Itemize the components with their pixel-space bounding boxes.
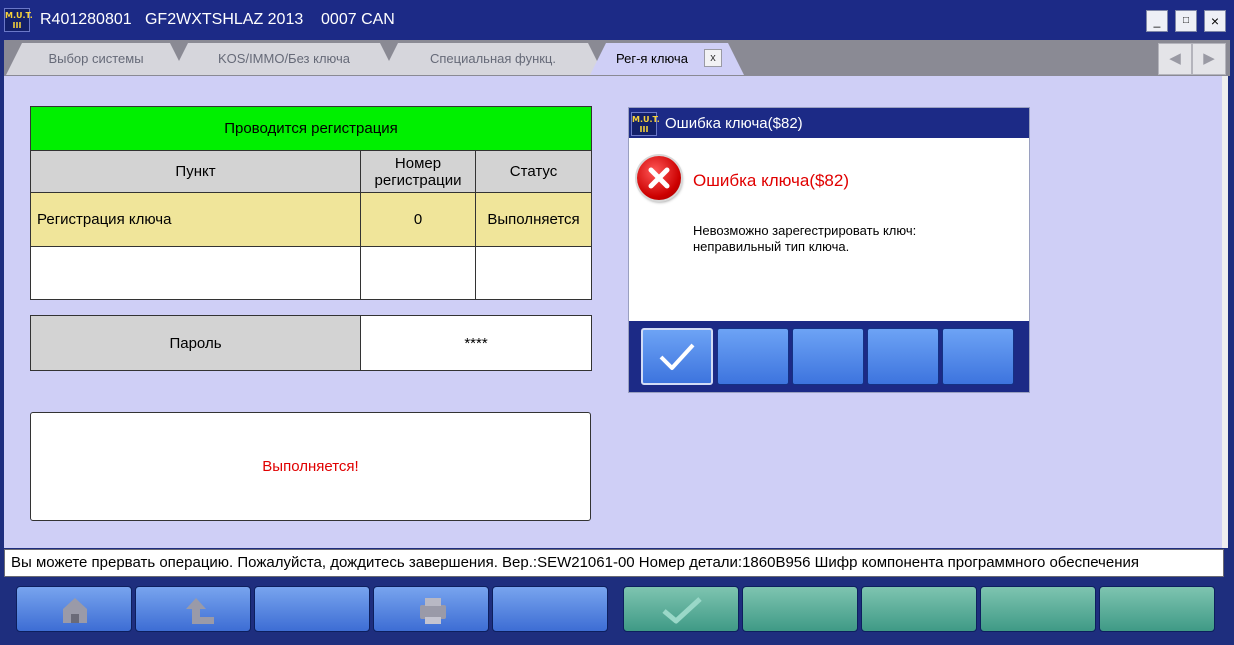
registration-table: Проводится регистрация Пункт Номер регис…	[29, 106, 593, 300]
tab-kos-immo[interactable]: KOS/IMMO/Без ключа	[172, 43, 396, 75]
empty-cell	[30, 246, 361, 300]
scrollbar[interactable]	[1222, 76, 1228, 548]
tab-close-button[interactable]: x	[704, 49, 722, 67]
row-item: Регистрация ключа	[30, 192, 361, 247]
print-button[interactable]	[373, 586, 489, 632]
confirm-button[interactable]	[623, 586, 739, 632]
home-button[interactable]	[16, 586, 132, 632]
tab-bar: Выбор системы KOS/IMMO/Без ключа Специал…	[4, 40, 1230, 76]
registration-header: Проводится регистрация	[29, 106, 593, 151]
tab-system-select[interactable]: Выбор системы	[6, 43, 186, 75]
error-message-line1: Невозможно зарегестрировать ключ:	[693, 223, 917, 238]
dialog-body: Ошибка ключа($82) Невозможно зарегестрир…	[629, 138, 1029, 321]
main-panel: Проводится регистрация Пункт Номер регис…	[4, 76, 1228, 548]
password-value: ****	[360, 315, 592, 371]
home-icon	[63, 598, 87, 623]
progress-message: Выполняется!	[30, 412, 591, 521]
error-icon	[637, 156, 681, 200]
error-message-line2: неправильный тип ключа.	[693, 239, 850, 254]
dialog-ok-button[interactable]	[641, 328, 713, 385]
dialog-button-2[interactable]	[717, 328, 789, 385]
toolbar-button-8[interactable]	[861, 586, 977, 632]
toolbar-button-7[interactable]	[742, 586, 858, 632]
back-button[interactable]	[135, 586, 251, 632]
status-bar: Вы можете прервать операцию. Пожалуйста,…	[4, 549, 1224, 577]
tab-prev-arrow-icon[interactable]: ◀	[1158, 43, 1192, 75]
dialog-button-4[interactable]	[867, 328, 939, 385]
password-label: Пароль	[30, 315, 361, 371]
error-dialog: M.U.T. III Ошибка ключа($82) Ошибка ключа…	[628, 107, 1030, 393]
mut-logo-icon: M.U.T. III	[4, 8, 33, 32]
dialog-button-5[interactable]	[942, 328, 1014, 385]
mut-logo-icon: M.U.T. III	[631, 112, 660, 136]
check-icon	[662, 597, 702, 624]
table-row-empty	[30, 246, 593, 300]
column-header-status: Статус	[474, 150, 593, 193]
column-header-item: Пункт	[30, 150, 361, 193]
table-row: Регистрация ключа 0 Выполняется	[30, 192, 593, 247]
dialog-title: Ошибка ключа($82)	[665, 115, 803, 132]
error-title: Ошибка ключа($82)	[693, 171, 850, 190]
tab-next-arrow-icon[interactable]: ▶	[1192, 43, 1226, 75]
check-icon	[659, 343, 695, 370]
toolbar-button-10[interactable]	[1099, 586, 1215, 632]
close-button[interactable]: ×	[1204, 10, 1226, 32]
toolbar-button-3[interactable]	[254, 586, 370, 632]
tab-special-function[interactable]: Специальная функц.	[382, 43, 604, 75]
empty-cell	[360, 246, 476, 300]
toolbar-button-5[interactable]	[492, 586, 608, 632]
dialog-title-bar: M.U.T. III Ошибка ключа($82)	[629, 108, 1029, 138]
maximize-button[interactable]: □	[1175, 10, 1197, 32]
column-header-number: Номер регистрации	[360, 150, 476, 193]
empty-cell	[474, 246, 593, 300]
bottom-toolbar	[0, 580, 1234, 645]
dialog-button-3[interactable]	[792, 328, 864, 385]
toolbar-button-9[interactable]	[980, 586, 1096, 632]
back-up-arrow-icon	[186, 598, 214, 624]
title-bar: M.U.T. III R401280801 GF2WXTSHLAZ 2013 00…	[0, 0, 1234, 40]
row-status: Выполняется	[474, 192, 593, 247]
window-title: R401280801 GF2WXTSHLAZ 2013 0007 CAN	[40, 11, 395, 28]
minimize-button[interactable]: _	[1146, 10, 1168, 32]
row-number: 0	[360, 192, 476, 247]
printer-icon	[420, 598, 446, 624]
password-table: Пароль ****	[30, 315, 592, 371]
